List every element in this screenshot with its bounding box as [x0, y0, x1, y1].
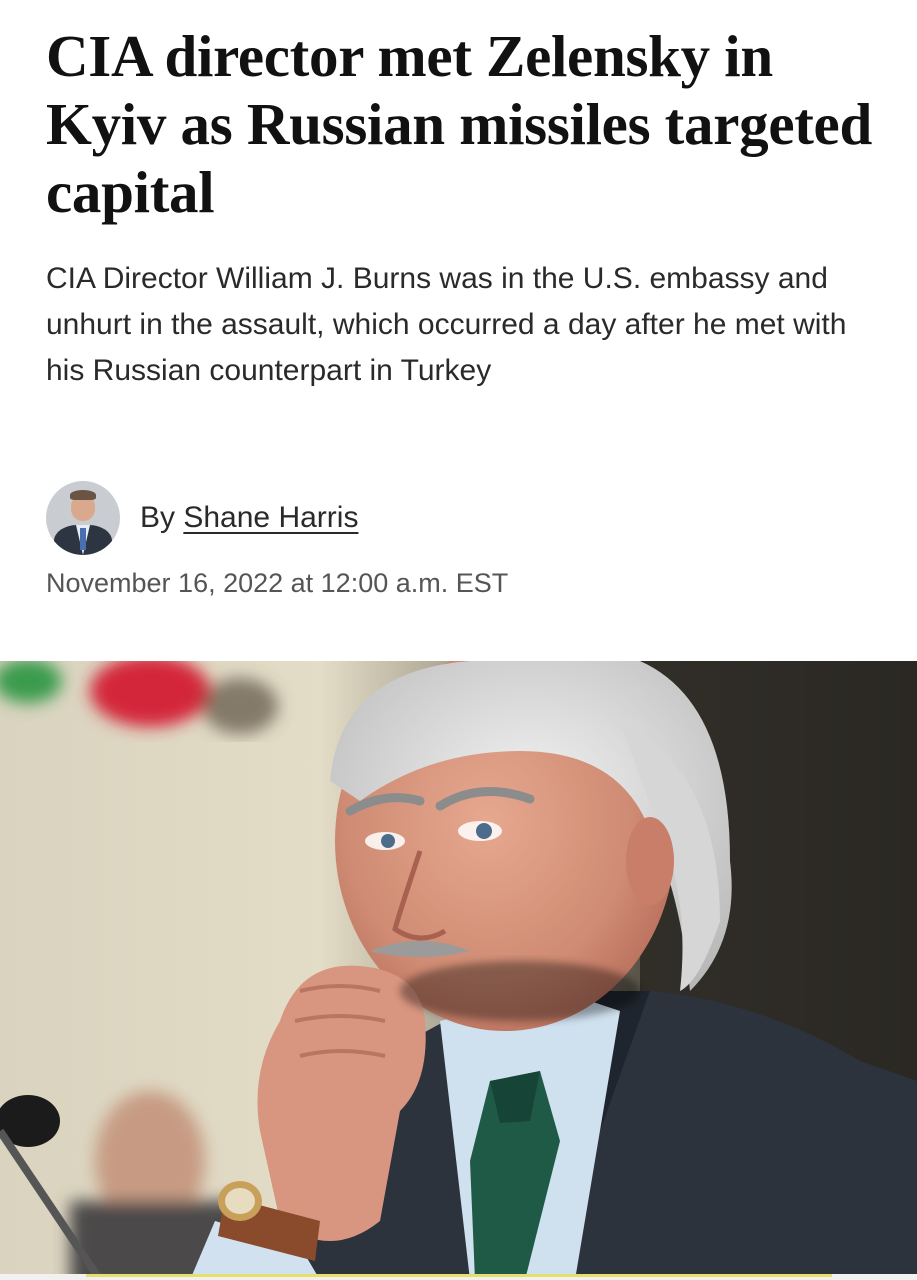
- byline: By Shane Harris: [140, 500, 358, 536]
- article-dek: CIA Director William J. Burns was in the…: [46, 262, 847, 387]
- byline-prefix: By: [140, 501, 184, 534]
- accent-bar: [86, 1274, 832, 1277]
- article: CIA director met Zelensky in Kyiv as Rus…: [0, 0, 917, 1280]
- publish-timestamp: November 16, 2022 at 12:00 a.m. EST: [46, 568, 509, 598]
- author-link[interactable]: Shane Harris: [183, 501, 358, 534]
- lead-photo: [0, 661, 917, 1280]
- headline: CIA director met Zelensky in Kyiv as Rus…: [46, 23, 872, 225]
- byline-row: By Shane Harris: [46, 481, 358, 555]
- bottom-bar: [0, 1274, 917, 1280]
- author-avatar[interactable]: [46, 481, 120, 555]
